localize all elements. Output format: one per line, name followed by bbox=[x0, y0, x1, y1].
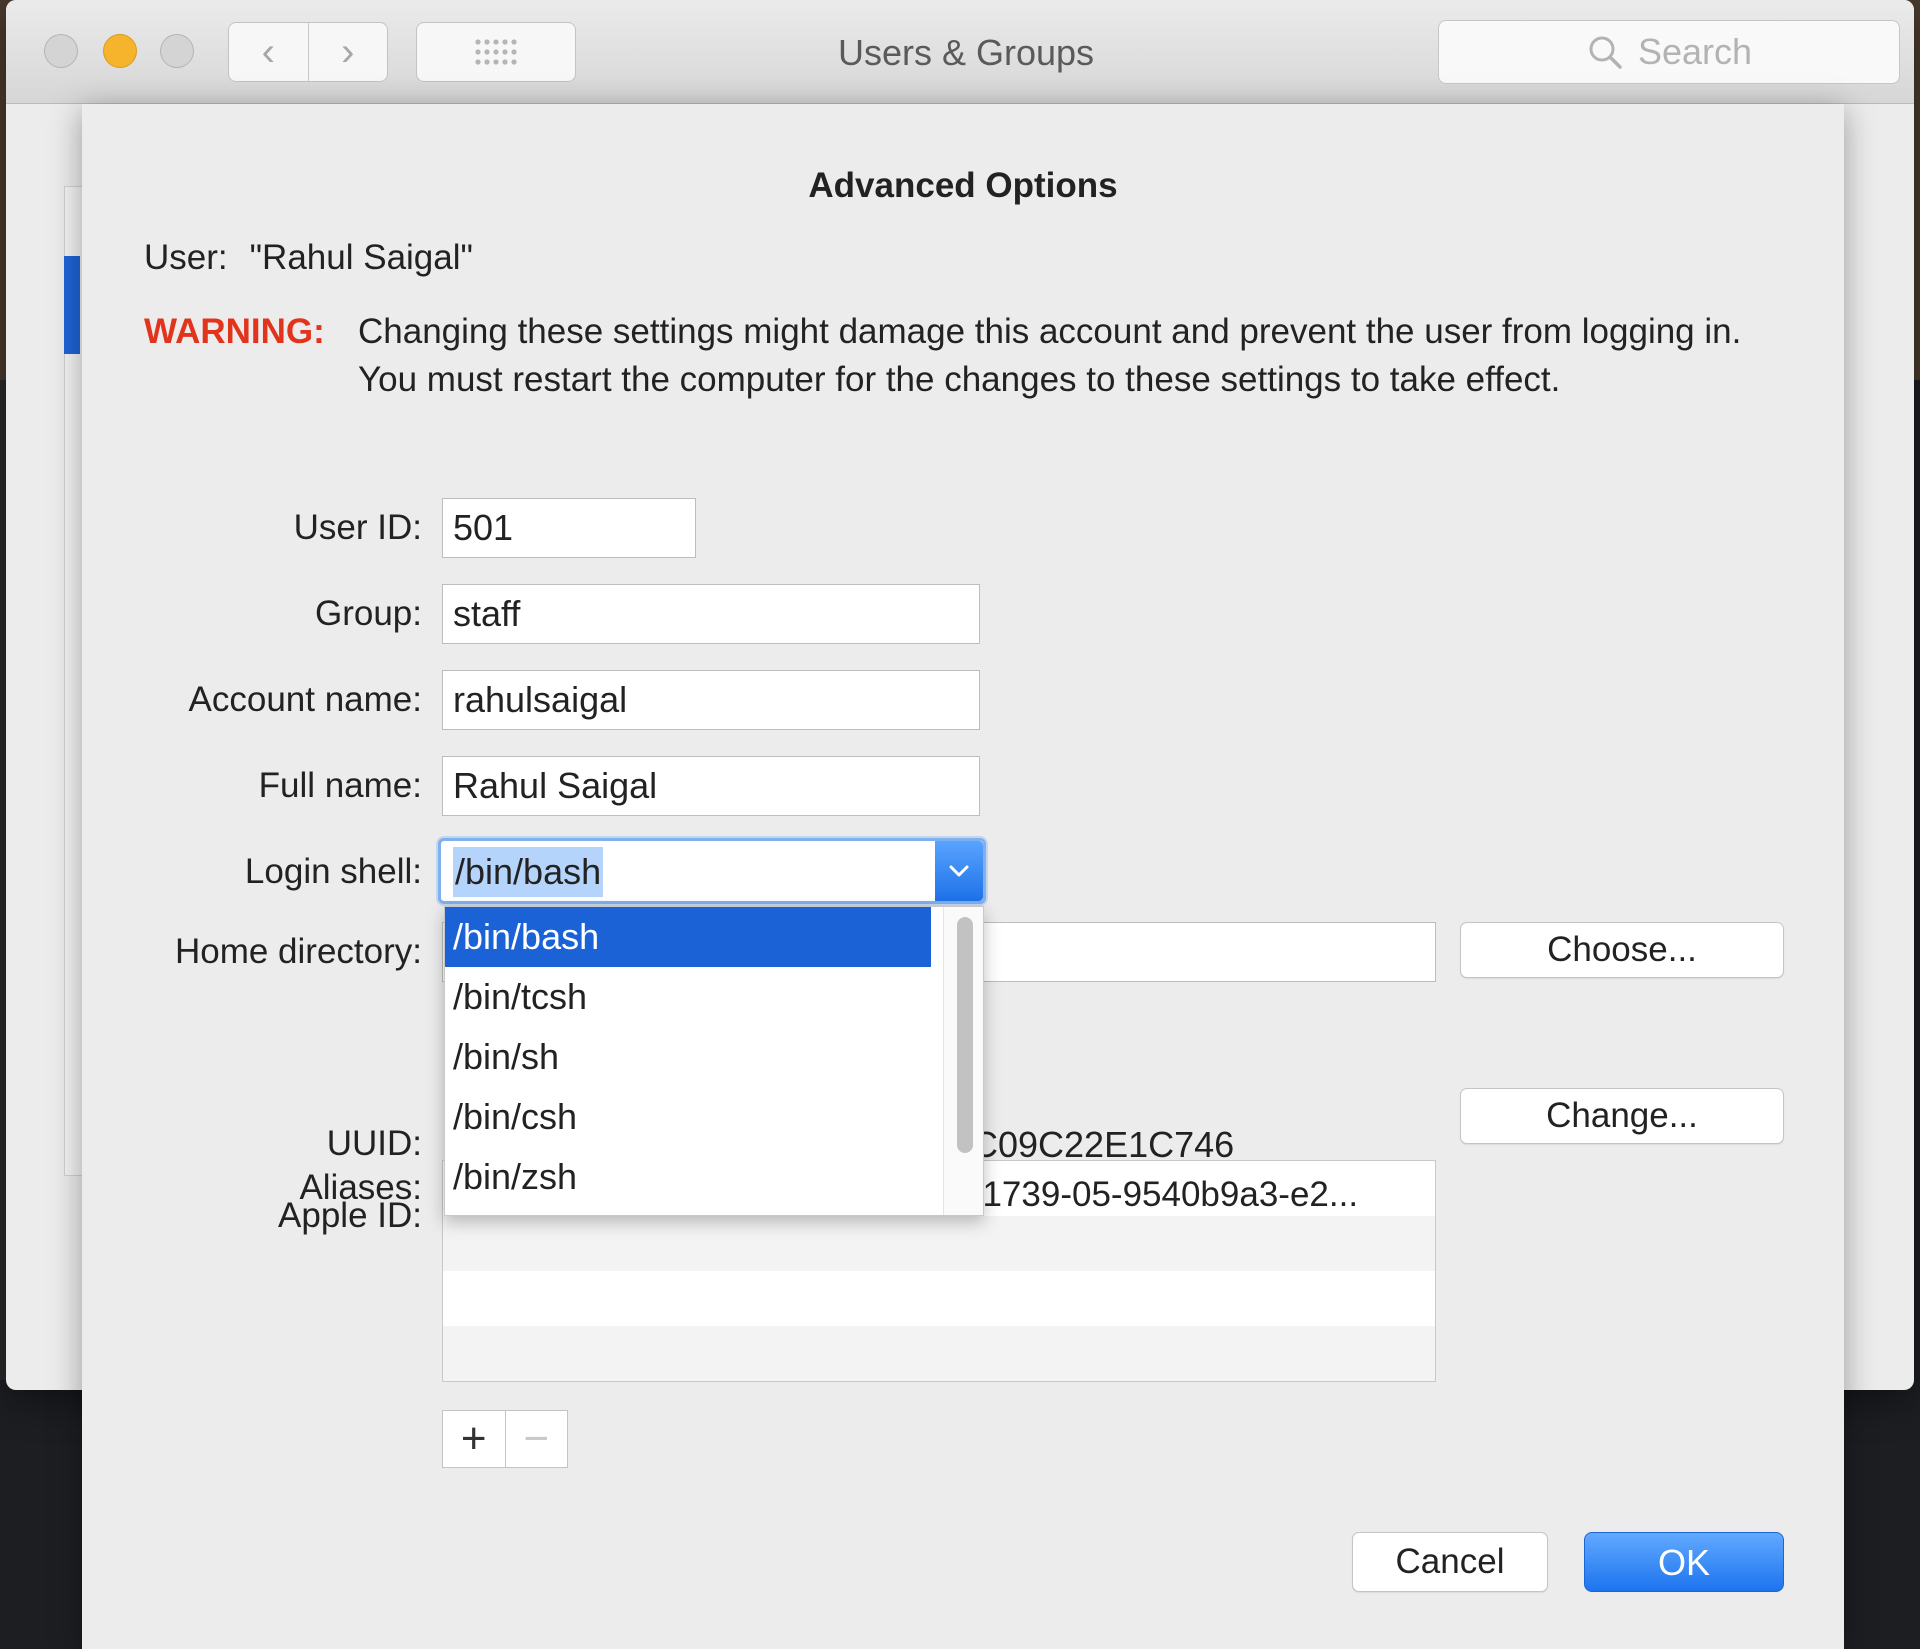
shell-option-zsh[interactable]: /bin/zsh bbox=[445, 1147, 931, 1207]
close-window-button[interactable] bbox=[44, 34, 78, 68]
full-name-field[interactable]: Rahul Saigal bbox=[442, 756, 980, 816]
shell-option-tcsh[interactable]: /bin/tcsh bbox=[445, 967, 931, 1027]
home-directory-label: Home directory: bbox=[174, 932, 422, 971]
show-all-button[interactable] bbox=[416, 22, 576, 82]
search-field[interactable]: Search bbox=[1438, 20, 1900, 84]
alias-row bbox=[443, 1216, 1435, 1271]
shell-option-sh[interactable]: /bin/sh bbox=[445, 1027, 931, 1087]
grid-icon bbox=[475, 39, 517, 65]
back-button[interactable]: ‹ bbox=[229, 23, 308, 81]
choose-button[interactable]: Choose... bbox=[1460, 922, 1784, 978]
background-selected-row bbox=[64, 256, 80, 354]
plus-icon: + bbox=[460, 1414, 487, 1463]
account-name-field[interactable]: rahulsaigal bbox=[442, 670, 980, 730]
warning-label: WARNING: bbox=[144, 312, 325, 351]
shell-option-bash[interactable]: /bin/bash bbox=[445, 907, 931, 967]
user-line: User: "Rahul Saigal" bbox=[144, 238, 473, 278]
change-button[interactable]: Change... bbox=[1460, 1088, 1784, 1144]
title-bar: ‹ › Users & Groups Search bbox=[6, 0, 1914, 104]
remove-alias-button[interactable]: − bbox=[504, 1411, 568, 1467]
back-forward-control: ‹ › bbox=[228, 22, 388, 82]
user-label: User: bbox=[144, 238, 228, 277]
login-shell-combobox[interactable]: /bin/bash bbox=[438, 838, 986, 904]
dropdown-scrollbar[interactable] bbox=[957, 917, 973, 1153]
chevron-right-icon: › bbox=[341, 29, 355, 74]
user-value: "Rahul Saigal" bbox=[249, 238, 473, 277]
login-shell-dropdown-list: /bin/bash /bin/tcsh /bin/sh /bin/csh /bi… bbox=[444, 906, 984, 1216]
group-label: Group: bbox=[315, 594, 422, 633]
chevron-down-icon bbox=[949, 865, 969, 877]
chevron-left-icon: ‹ bbox=[261, 29, 275, 74]
warning-text: Changing these settings might damage thi… bbox=[358, 312, 1742, 399]
alias-text: 01739-05-9540b9a3-e2... bbox=[963, 1175, 1359, 1214]
login-shell-value[interactable]: /bin/bash bbox=[453, 847, 604, 897]
aliases-label: Aliases: bbox=[299, 1168, 422, 1207]
forward-button[interactable]: › bbox=[307, 23, 388, 81]
full-name-label: Full name: bbox=[258, 766, 422, 805]
advanced-options-sheet: Advanced Options User: "Rahul Saigal" WAR… bbox=[82, 104, 1844, 1649]
add-alias-button[interactable]: + bbox=[443, 1411, 505, 1467]
minus-icon: − bbox=[523, 1414, 550, 1463]
user-id-field[interactable]: 501 bbox=[442, 498, 696, 558]
ok-button[interactable]: OK bbox=[1584, 1532, 1784, 1592]
window-title: Users & Groups bbox=[837, 32, 1095, 73]
group-field[interactable]: staff bbox=[442, 584, 980, 644]
alias-add-remove-control: + − bbox=[442, 1410, 568, 1468]
sheet-title: Advanced Options bbox=[808, 166, 1118, 205]
shell-option-csh[interactable]: /bin/csh bbox=[445, 1087, 931, 1147]
search-icon bbox=[1589, 36, 1622, 69]
cancel-button[interactable]: Cancel bbox=[1352, 1532, 1548, 1592]
minimize-window-button[interactable] bbox=[103, 34, 137, 68]
login-shell-dropdown-button[interactable] bbox=[935, 841, 983, 901]
alias-row bbox=[443, 1326, 1435, 1381]
account-name-label: Account name: bbox=[188, 680, 422, 719]
alias-row bbox=[443, 1271, 1435, 1326]
uuid-label: UUID: bbox=[326, 1124, 422, 1163]
login-shell-label: Login shell: bbox=[244, 852, 422, 891]
zoom-window-button[interactable] bbox=[160, 34, 194, 68]
user-id-label: User ID: bbox=[293, 508, 422, 547]
search-placeholder: Search bbox=[1637, 31, 1753, 72]
